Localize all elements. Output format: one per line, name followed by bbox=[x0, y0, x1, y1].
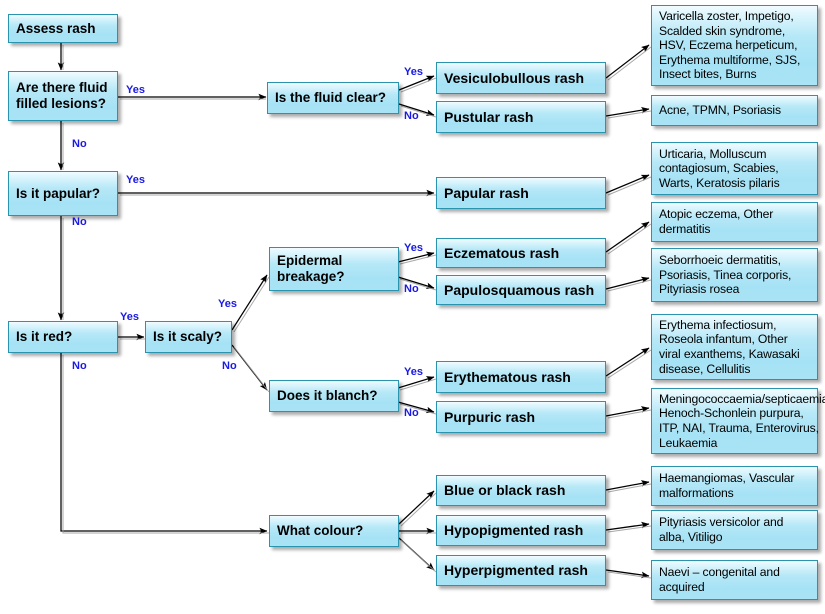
node-hyperpigmented-rash-label: Hyperpigmented rash bbox=[444, 562, 588, 579]
node-eczematous-rash-label: Eczematous rash bbox=[444, 244, 560, 261]
edge-label-fluid-no: No bbox=[72, 138, 87, 150]
edge-label-scaly-no: No bbox=[222, 360, 237, 372]
node-what-colour-label: What colour? bbox=[277, 523, 364, 539]
edge-label-red-yes: Yes bbox=[120, 311, 139, 323]
node-vesiculobullous-rash[interactable]: Vesiculobullous rash bbox=[436, 62, 606, 94]
node-hyperpigmented-rash[interactable]: Hyperpigmented rash bbox=[436, 555, 606, 586]
node-pustular-rash[interactable]: Pustular rash bbox=[436, 101, 606, 133]
node-diagnoses-vesiculobullous-label: Varicella zoster, Impetigo, Scalded skin… bbox=[659, 8, 801, 82]
node-diagnoses-hyperpigmented[interactable]: Naevi – congenital and acquired bbox=[651, 560, 818, 600]
node-diagnoses-blue-or-black-label: Haemangiomas, Vascular malformations bbox=[659, 471, 795, 500]
node-diagnoses-papulosquamous[interactable]: Seborrhoeic dermatitis, Psoriasis, Tinea… bbox=[651, 248, 818, 302]
node-hypopigmented-rash[interactable]: Hypopigmented rash bbox=[436, 515, 606, 546]
node-does-it-blanch[interactable]: Does it blanch? bbox=[269, 380, 399, 412]
node-purpuric-rash-label: Purpuric rash bbox=[444, 408, 536, 425]
node-diagnoses-hypopigmented-label: Pityriasis versicolor and alba, Vitiligo bbox=[659, 515, 784, 544]
node-is-it-red[interactable]: Is it red? bbox=[8, 321, 118, 353]
node-papulosquamous-rash-label: Papulosquamous rash bbox=[444, 281, 595, 298]
node-vesiculobullous-rash-label: Vesiculobullous rash bbox=[444, 69, 585, 86]
edge-label-scaly-yes: Yes bbox=[218, 298, 237, 310]
node-does-it-blanch-label: Does it blanch? bbox=[277, 388, 378, 404]
node-is-it-scaly[interactable]: Is it scaly? bbox=[145, 321, 232, 353]
node-assess-rash[interactable]: Assess rash bbox=[8, 14, 118, 43]
node-eczematous-rash[interactable]: Eczematous rash bbox=[436, 238, 606, 268]
node-diagnoses-purpuric-label: Meningococcaemia/septicaemia, Henoch-Sch… bbox=[659, 391, 825, 450]
edge-label-papular-yes: Yes bbox=[126, 174, 145, 186]
node-blue-or-black-rash[interactable]: Blue or black rash bbox=[436, 475, 606, 506]
node-diagnoses-blue-or-black[interactable]: Haemangiomas, Vascular malformations bbox=[651, 466, 818, 506]
edge-label-epidermal-yes: Yes bbox=[404, 242, 423, 254]
node-blue-or-black-rash-label: Blue or black rash bbox=[444, 482, 566, 499]
node-diagnoses-pustular[interactable]: Acne, TPMN, Psoriasis bbox=[651, 95, 818, 126]
node-is-fluid-clear-label: Is the fluid clear? bbox=[275, 90, 387, 106]
edge-label-blanch-no: No bbox=[404, 407, 419, 419]
node-diagnoses-purpuric[interactable]: Meningococcaemia/septicaemia, Henoch-Sch… bbox=[651, 388, 825, 454]
edge-label-red-no: No bbox=[72, 360, 87, 372]
node-diagnoses-papulosquamous-label: Seborrhoeic dermatitis, Psoriasis, Tinea… bbox=[659, 253, 792, 297]
node-is-fluid-clear[interactable]: Is the fluid clear? bbox=[267, 82, 399, 114]
node-is-it-papular[interactable]: Is it papular? bbox=[8, 171, 118, 216]
node-diagnoses-hyperpigmented-label: Naevi – congenital and acquired bbox=[659, 565, 780, 594]
edge-label-clear-no: No bbox=[404, 110, 419, 122]
node-diagnoses-erythematous-label: Erythema infectiosum, Roseola infantum, … bbox=[659, 317, 800, 376]
node-is-it-scaly-label: Is it scaly? bbox=[153, 329, 223, 345]
edge-label-papular-no: No bbox=[72, 216, 87, 228]
node-diagnoses-eczematous[interactable]: Atopic eczema, Other dermatitis bbox=[651, 202, 818, 242]
node-diagnoses-vesiculobullous[interactable]: Varicella zoster, Impetigo, Scalded skin… bbox=[651, 5, 818, 86]
node-assess-rash-label: Assess rash bbox=[16, 20, 96, 36]
node-what-colour[interactable]: What colour? bbox=[269, 515, 399, 547]
node-diagnoses-eczematous-label: Atopic eczema, Other dermatitis bbox=[659, 207, 774, 236]
node-erythematous-rash[interactable]: Erythematous rash bbox=[436, 361, 606, 393]
node-pustular-rash-label: Pustular rash bbox=[444, 108, 534, 125]
node-diagnoses-papular-label: Urticaria, Molluscum contagiosum, Scabie… bbox=[659, 146, 780, 190]
edge-label-fluid-yes: Yes bbox=[126, 84, 145, 96]
node-fluid-filled-lesions-label: Are there fluid filled lesions? bbox=[16, 80, 108, 111]
edge-label-blanch-yes: Yes bbox=[404, 366, 423, 378]
node-erythematous-rash-label: Erythematous rash bbox=[444, 368, 571, 385]
node-diagnoses-erythematous[interactable]: Erythema infectiosum, Roseola infantum, … bbox=[651, 314, 818, 380]
node-papulosquamous-rash[interactable]: Papulosquamous rash bbox=[436, 275, 606, 305]
node-is-it-papular-label: Is it papular? bbox=[16, 185, 101, 201]
node-papular-rash-label: Papular rash bbox=[444, 184, 529, 201]
node-diagnoses-pustular-label: Acne, TPMN, Psoriasis bbox=[659, 103, 781, 118]
node-papular-rash[interactable]: Papular rash bbox=[436, 177, 606, 209]
node-epidermal-breakage-label: Epidermal breakage? bbox=[277, 253, 345, 284]
flowchart-canvas: Assess rash Are there fluid filled lesio… bbox=[0, 0, 825, 614]
node-diagnoses-hypopigmented[interactable]: Pityriasis versicolor and alba, Vitiligo bbox=[651, 510, 818, 550]
node-diagnoses-papular[interactable]: Urticaria, Molluscum contagiosum, Scabie… bbox=[651, 142, 818, 195]
node-is-it-red-label: Is it red? bbox=[16, 329, 73, 345]
node-fluid-filled-lesions[interactable]: Are there fluid filled lesions? bbox=[8, 71, 118, 121]
node-epidermal-breakage[interactable]: Epidermal breakage? bbox=[269, 247, 399, 291]
edge-label-clear-yes: Yes bbox=[404, 66, 423, 78]
node-purpuric-rash[interactable]: Purpuric rash bbox=[436, 401, 606, 433]
node-hypopigmented-rash-label: Hypopigmented rash bbox=[444, 522, 584, 539]
edge-label-epidermal-no: No bbox=[404, 283, 419, 295]
